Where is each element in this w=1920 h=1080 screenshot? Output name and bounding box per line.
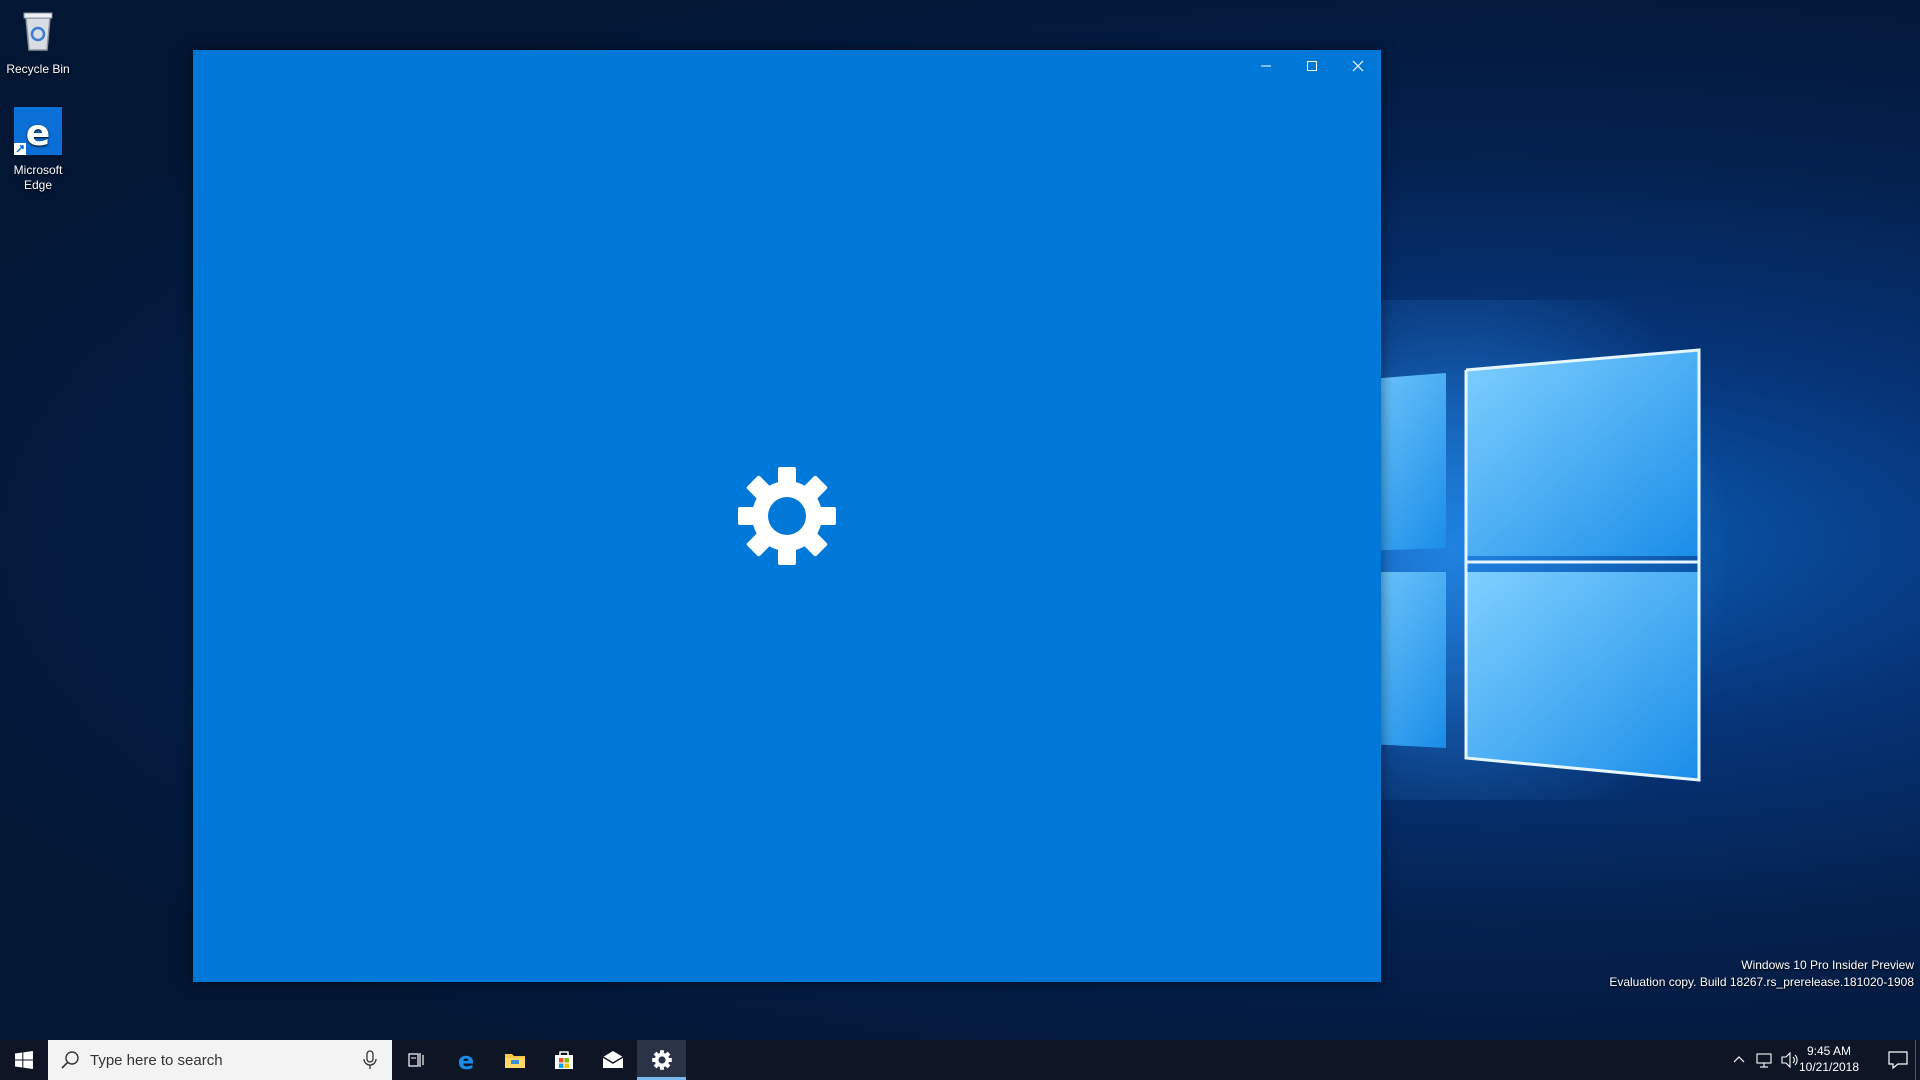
action-center-icon[interactable] <box>1886 1048 1910 1072</box>
close-icon <box>1352 60 1364 72</box>
taskbar-mail-button[interactable] <box>588 1040 637 1080</box>
desktop-icon-microsoft-edge[interactable]: e Microsoft Edge <box>0 107 76 193</box>
windows-logo-wallpaper <box>1330 300 1730 800</box>
show-desktop-button[interactable] <box>1915 1040 1920 1080</box>
network-icon[interactable] <box>1754 1051 1774 1069</box>
taskbar-store-button[interactable] <box>539 1040 588 1080</box>
gear-icon <box>651 1050 672 1070</box>
svg-text:e: e <box>457 1048 473 1072</box>
desktop-icon-recycle-bin[interactable]: Recycle Bin <box>0 6 76 77</box>
edge-icon: e <box>457 1048 473 1072</box>
close-button[interactable] <box>1335 50 1381 82</box>
mail-icon <box>602 1051 623 1068</box>
maximize-icon <box>1307 61 1317 71</box>
minimize-button[interactable] <box>1243 50 1289 82</box>
start-button[interactable] <box>0 1040 48 1080</box>
taskbar-edge-button[interactable]: e <box>441 1040 490 1080</box>
gear-icon <box>738 467 836 565</box>
settings-window[interactable] <box>193 50 1381 982</box>
desktop-icon-label: Microsoft Edge <box>13 163 63 192</box>
clock-date: 10/21/2018 <box>1798 1060 1860 1074</box>
chevron-up-icon[interactable] <box>1730 1051 1748 1069</box>
folder-icon <box>504 1054 525 1068</box>
watermark-edition: Windows 10 Pro Insider Preview <box>1741 958 1914 972</box>
taskbar-settings-button[interactable] <box>637 1040 686 1080</box>
svg-text:e: e <box>26 113 50 154</box>
recycle-bin-icon <box>23 12 53 51</box>
watermark-build: Evaluation copy. Build 18267.rs_prerelea… <box>1609 975 1914 989</box>
clock-time: 9:45 AM <box>1806 1044 1852 1058</box>
taskbar-search-box[interactable]: Type here to search <box>48 1040 392 1080</box>
store-icon <box>554 1051 573 1069</box>
desktop-icon-label: Recycle Bin <box>6 62 70 76</box>
task-view-button[interactable] <box>392 1040 441 1080</box>
microphone-icon[interactable] <box>358 1048 382 1072</box>
windows-start-icon <box>15 1051 33 1069</box>
task-view-icon <box>407 1053 424 1067</box>
build-watermark: Windows 10 Pro Insider Preview Evaluatio… <box>1609 957 1914 991</box>
window-titlebar[interactable] <box>193 50 1381 82</box>
edge-icon: e <box>14 107 62 155</box>
taskbar-file-explorer-button[interactable] <box>490 1040 539 1080</box>
minimize-icon <box>1261 65 1271 67</box>
taskbar: Type here to search e 9:45 AM 10/21/2018 <box>0 1040 1920 1080</box>
search-placeholder: Type here to search <box>90 1051 223 1069</box>
search-icon <box>61 1051 79 1069</box>
system-tray <box>1730 1040 1800 1080</box>
taskbar-clock[interactable]: 9:45 AM 10/21/2018 <box>1794 1043 1864 1075</box>
maximize-button[interactable] <box>1289 50 1335 82</box>
